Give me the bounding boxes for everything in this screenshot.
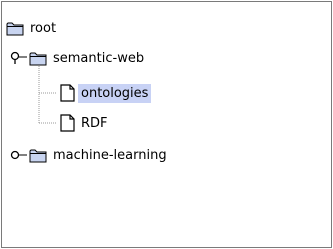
- collapsed-toggle-icon[interactable]: [10, 149, 22, 161]
- tree-node-rdf[interactable]: RDF: [60, 113, 111, 133]
- tree-node-semantic-web[interactable]: semantic-web: [29, 48, 147, 68]
- tree-node-root[interactable]: root: [6, 18, 59, 38]
- tree-node-label[interactable]: ontologies: [78, 83, 152, 103]
- tree-node-label[interactable]: RDF: [78, 114, 111, 133]
- document-icon: [60, 114, 75, 132]
- tree-node-ontologies[interactable]: ontologies: [60, 83, 152, 103]
- tree-node-machine-learning[interactable]: machine-learning: [29, 145, 170, 165]
- expanded-toggle-icon[interactable]: [10, 51, 22, 65]
- tree-node-label[interactable]: machine-learning: [50, 146, 170, 165]
- folder-icon: [29, 51, 47, 66]
- folder-icon: [29, 148, 47, 163]
- tree-node-label[interactable]: semantic-web: [50, 49, 147, 68]
- document-icon: [60, 84, 75, 102]
- tree-node-label[interactable]: root: [27, 19, 59, 38]
- tree-connector-lines: [19, 56, 57, 156]
- tree-panel[interactable]: root semantic-web ontologies RDF machine…: [1, 1, 332, 248]
- folder-icon: [6, 21, 24, 36]
